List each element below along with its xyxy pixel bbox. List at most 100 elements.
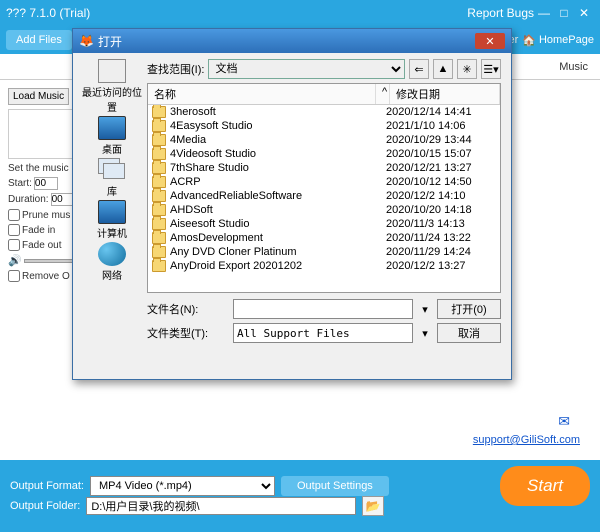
fadeout-checkbox[interactable] bbox=[8, 239, 20, 251]
dialog-app-icon: 🦊 bbox=[79, 34, 94, 48]
add-files-button[interactable]: Add Files bbox=[6, 30, 72, 50]
file-date: 2020/11/3 14:13 bbox=[386, 218, 496, 230]
output-settings-button[interactable]: Output Settings bbox=[281, 476, 389, 496]
file-date: 2020/10/12 14:50 bbox=[386, 176, 496, 188]
open-folder-button[interactable]: 📂 bbox=[362, 496, 384, 516]
col-name[interactable]: 名称 bbox=[148, 84, 376, 104]
remove-label: Remove O bbox=[22, 271, 70, 282]
file-row[interactable]: 7thShare Studio 2020/12/21 13:27 bbox=[148, 161, 500, 175]
report-bugs-link[interactable]: Report Bugs bbox=[467, 6, 534, 20]
close-button[interactable]: ✕ bbox=[574, 6, 594, 20]
file-row[interactable]: Aiseesoft Studio 2020/11/3 14:13 bbox=[148, 217, 500, 231]
output-folder-input[interactable] bbox=[86, 497, 356, 515]
folder-icon bbox=[152, 106, 166, 118]
file-row[interactable]: 4Videosoft Studio2020/10/15 15:07 bbox=[148, 147, 500, 161]
start-label: Start: bbox=[8, 178, 32, 189]
file-name: AmosDevelopment bbox=[170, 232, 382, 244]
file-row[interactable]: AmosDevelopment2020/11/24 13:22 bbox=[148, 231, 500, 245]
folder-icon bbox=[152, 232, 166, 244]
file-name: Any DVD Cloner Platinum bbox=[170, 246, 382, 258]
file-name: 4Videosoft Studio bbox=[170, 148, 382, 160]
output-folder-label: Output Folder: bbox=[10, 500, 80, 512]
file-row[interactable]: 4Easysoft Studio2021/1/10 14:06 bbox=[148, 119, 500, 133]
dialog-titlebar: 🦊 打开 ✕ bbox=[73, 29, 511, 53]
file-row[interactable]: 3herosoft2020/12/14 14:41 bbox=[148, 105, 500, 119]
filetype-select[interactable] bbox=[233, 323, 413, 343]
file-row[interactable]: AnyDroid Export 20201202 2020/12/2 13:27 bbox=[148, 259, 500, 273]
file-date: 2020/12/21 13:27 bbox=[386, 162, 496, 174]
file-row[interactable]: 4Media 2020/10/29 13:44 bbox=[148, 133, 500, 147]
file-date: 2020/11/29 14:24 bbox=[386, 246, 496, 258]
file-date: 2020/10/29 13:44 bbox=[386, 134, 496, 146]
desktop-icon bbox=[98, 116, 126, 140]
nav-libraries[interactable]: 库 bbox=[98, 158, 126, 198]
col-date[interactable]: 修改日期 bbox=[390, 84, 500, 104]
views-button[interactable]: ☰▾ bbox=[481, 59, 501, 79]
support-link[interactable]: support@GiliSoft.com bbox=[473, 434, 580, 446]
folder-icon bbox=[152, 204, 166, 216]
file-name: 3herosoft bbox=[170, 106, 382, 118]
file-date: 2020/12/2 13:27 bbox=[386, 260, 496, 272]
remove-checkbox[interactable] bbox=[8, 270, 20, 282]
dialog-open-button[interactable]: 打开(0) bbox=[437, 299, 501, 319]
start-input[interactable] bbox=[34, 177, 58, 190]
file-row[interactable]: AHDSoft2020/10/20 14:18 bbox=[148, 203, 500, 217]
file-row[interactable]: ACRP2020/10/12 14:50 bbox=[148, 175, 500, 189]
duration-label: Duration: bbox=[8, 194, 49, 205]
scope-select[interactable]: 文档 bbox=[208, 59, 405, 79]
home-icon: 🏠 bbox=[522, 34, 536, 47]
output-format-select[interactable]: MP4 Video (*.mp4) bbox=[90, 476, 275, 496]
nav-computer[interactable]: 计算机 bbox=[97, 200, 127, 240]
file-name: Aiseesoft Studio bbox=[170, 218, 382, 230]
nav-desktop[interactable]: 桌面 bbox=[98, 116, 126, 156]
folder-icon bbox=[152, 246, 166, 258]
load-music-button[interactable]: Load Music bbox=[8, 88, 69, 105]
maximize-button[interactable]: □ bbox=[554, 6, 574, 20]
folder-icon bbox=[152, 120, 166, 132]
file-date: 2020/12/2 14:10 bbox=[386, 190, 496, 202]
folder-icon bbox=[152, 176, 166, 188]
file-name: AdvancedReliableSoftware bbox=[170, 190, 382, 202]
fadein-label: Fade in bbox=[22, 225, 55, 236]
nav-network[interactable]: 网络 bbox=[98, 242, 126, 282]
file-rows[interactable]: 3herosoft2020/12/14 14:414Easysoft Studi… bbox=[148, 105, 500, 292]
dialog-cancel-button[interactable]: 取消 bbox=[437, 323, 501, 343]
file-name: 4Media bbox=[170, 134, 382, 146]
start-button[interactable]: Start bbox=[500, 466, 590, 506]
tab-music[interactable]: Music bbox=[559, 61, 588, 73]
folder-icon bbox=[152, 148, 166, 160]
file-row[interactable]: AdvancedReliableSoftware 2020/12/2 14:10 bbox=[148, 189, 500, 203]
nav-back-button[interactable]: ⇐ bbox=[409, 59, 429, 79]
filename-input[interactable] bbox=[233, 299, 413, 319]
titlebar: ??? 7.1.0 (Trial) Report Bugs — □ ✕ bbox=[0, 0, 600, 26]
nav-up-button[interactable]: ▲ bbox=[433, 59, 453, 79]
nav-recent[interactable]: 最近访问的位置 bbox=[79, 59, 145, 114]
library-icon bbox=[98, 158, 126, 182]
duration-input[interactable] bbox=[51, 193, 75, 206]
file-date: 2020/10/20 14:18 bbox=[386, 204, 496, 216]
file-name: 7thShare Studio bbox=[170, 162, 382, 174]
fadein-checkbox[interactable] bbox=[8, 224, 20, 236]
recent-icon bbox=[98, 59, 126, 83]
filename-label: 文件名(N): bbox=[147, 301, 227, 317]
homepage-link[interactable]: 🏠HomePage bbox=[522, 34, 594, 47]
dialog-close-button[interactable]: ✕ bbox=[475, 33, 505, 49]
column-headers[interactable]: 名称 ^ 修改日期 bbox=[148, 84, 500, 105]
dialog-nav: 最近访问的位置 桌面 库 计算机 网络 bbox=[79, 59, 145, 373]
network-icon bbox=[98, 242, 126, 266]
sort-indicator: ^ bbox=[376, 84, 390, 104]
minimize-button[interactable]: — bbox=[534, 6, 554, 20]
folder-icon bbox=[152, 218, 166, 230]
scope-label: 查找范围(I): bbox=[147, 61, 204, 77]
open-file-dialog: 🦊 打开 ✕ 最近访问的位置 桌面 库 计算机 网络 查找范围(I): 文档 ⇐… bbox=[72, 28, 512, 380]
file-date: 2021/1/10 14:06 bbox=[386, 120, 496, 132]
volume-icon: 🔊 bbox=[8, 254, 22, 267]
app-title: ??? 7.1.0 (Trial) bbox=[6, 6, 90, 20]
folder-icon bbox=[152, 260, 166, 272]
file-row[interactable]: Any DVD Cloner Platinum 2020/11/29 14:24 bbox=[148, 245, 500, 259]
new-folder-button[interactable]: ✳ bbox=[457, 59, 477, 79]
bottom-bar: Output Format: MP4 Video (*.mp4) Output … bbox=[0, 460, 600, 530]
file-name: AnyDroid Export 20201202 bbox=[170, 260, 382, 272]
prune-checkbox[interactable] bbox=[8, 209, 20, 221]
folder-icon bbox=[152, 134, 166, 146]
